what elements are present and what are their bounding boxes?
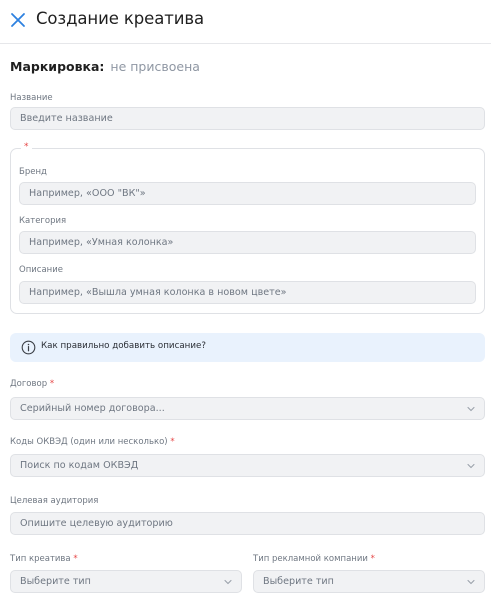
chevron-down-icon — [467, 463, 475, 469]
campaign-type-label-text: Тип рекламной компании — [253, 554, 368, 564]
campaign-type-select[interactable]: Выберите тип — [253, 570, 485, 593]
okved-search-select[interactable]: Поиск по кодам ОКВЭД — [10, 454, 485, 477]
okved-label: Коды ОКВЭД (один или несколько) * — [10, 437, 175, 447]
audience-input[interactable]: Опишите целевую аудиторию — [10, 512, 485, 535]
contract-label-text: Договор — [10, 379, 48, 389]
chevron-down-icon — [467, 579, 475, 585]
creative-type-label-text: Тип креатива — [10, 554, 71, 564]
group-required-mark: * — [21, 141, 32, 153]
description-help-banner[interactable]: Как правильно добавить описание? — [10, 333, 485, 362]
contract-select-value: Серийный номер договора... — [20, 403, 165, 414]
description-label: Описание — [19, 265, 63, 275]
creative-type-select[interactable]: Выберите тип — [10, 570, 242, 593]
close-icon[interactable] — [9, 11, 27, 29]
okved-select-value: Поиск по кодам ОКВЭД — [20, 460, 139, 471]
creative-type-label: Тип креатива * — [10, 554, 78, 564]
description-input[interactable]: Например, «Вышла умная колонка в новом ц… — [19, 281, 476, 304]
creative-type-select-value: Выберите тип — [20, 576, 91, 587]
contract-select[interactable]: Серийный номер договора... — [10, 397, 485, 420]
category-label: Категория — [19, 216, 67, 226]
name-label: Название — [10, 93, 53, 103]
chevron-down-icon — [224, 579, 232, 585]
category-input[interactable]: Например, «Умная колонка» — [19, 231, 476, 254]
contract-label: Договор * — [10, 379, 54, 389]
info-circle-icon — [21, 340, 36, 355]
campaign-type-required-mark: * — [370, 554, 375, 564]
header: Создание креатива — [0, 0, 491, 44]
okved-required-mark: * — [170, 437, 175, 447]
name-input[interactable]: Введите название — [10, 107, 485, 130]
marking-status: Маркировка: не присвоена — [10, 59, 200, 74]
page-title: Создание креатива — [36, 9, 204, 28]
campaign-type-label: Тип рекламной компании * — [253, 554, 375, 564]
marking-label: Маркировка: — [10, 59, 105, 74]
brand-label: Бренд — [19, 167, 47, 177]
marking-value: не присвоена — [110, 59, 200, 74]
campaign-type-select-value: Выберите тип — [263, 576, 334, 587]
audience-label: Целевая аудитория — [10, 496, 99, 506]
okved-label-text: Коды ОКВЭД (один или несколько) — [10, 437, 168, 447]
brand-input[interactable]: Например, «ООО "ВК"» — [19, 182, 476, 205]
contract-required-mark: * — [49, 379, 55, 389]
creative-type-required-mark: * — [73, 554, 78, 564]
help-link-text[interactable]: Как правильно добавить описание? — [41, 341, 206, 351]
chevron-down-icon — [467, 406, 475, 412]
